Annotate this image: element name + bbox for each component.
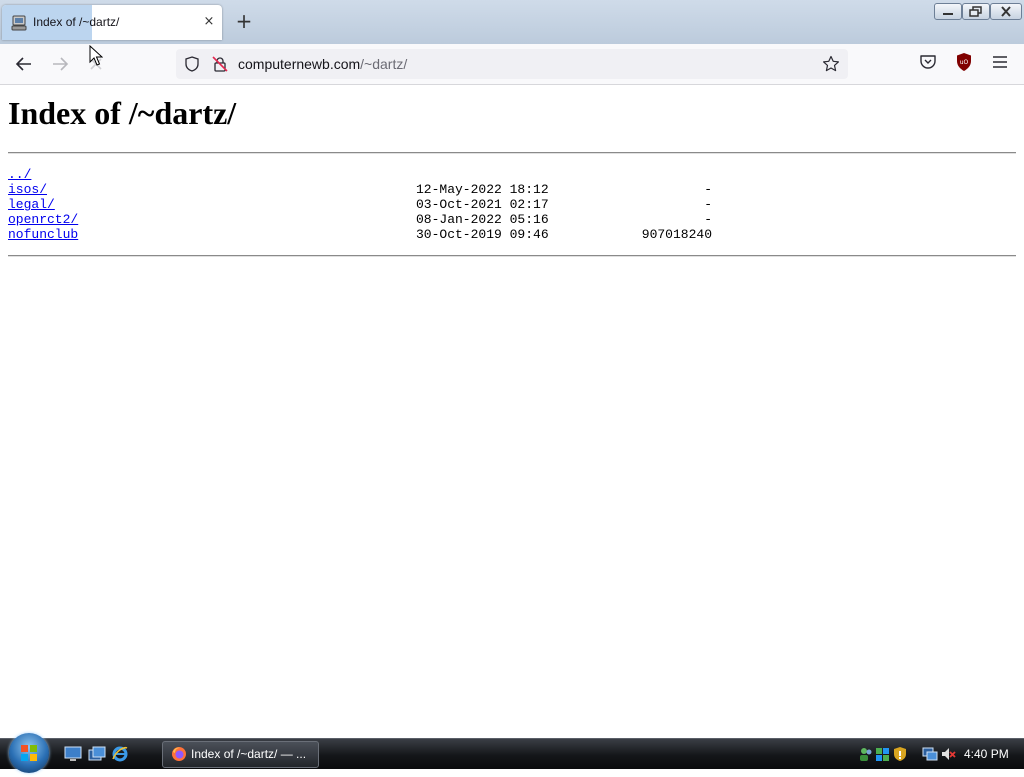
- page-content: Index of /~dartz/ ../ isos/ 12-May-2022 …: [0, 85, 1024, 738]
- star-icon[interactable]: [822, 55, 840, 77]
- entry-date: 12-May-2022 18:12: [416, 182, 549, 197]
- taskbar-button-label: Index of /~dartz/ — ...: [191, 747, 307, 761]
- shield-icon[interactable]: [184, 56, 200, 76]
- hamburger-menu-icon[interactable]: [990, 52, 1010, 76]
- entry-link-legal[interactable]: legal/: [8, 197, 55, 212]
- insecure-lock-icon[interactable]: [212, 56, 228, 76]
- navigation-toolbar: computernewb.com/~dartz/: [0, 44, 1024, 85]
- entry-link-nofunclub[interactable]: nofunclub: [8, 227, 78, 242]
- entry-date: 03-Oct-2021 02:17: [416, 197, 549, 212]
- tab-favicon-icon: [11, 15, 27, 31]
- entry-size: -: [704, 212, 712, 227]
- entry-size: 907018240: [641, 227, 712, 242]
- url-text[interactable]: computernewb.com/~dartz/: [238, 56, 407, 72]
- security-warning-icon[interactable]: [892, 746, 908, 766]
- system-tray: 4:40 PM: [852, 739, 1024, 769]
- firefox-icon: [171, 746, 187, 766]
- divider: [8, 152, 1016, 154]
- entry-size: -: [704, 197, 712, 212]
- entry-size: -: [704, 182, 712, 197]
- svg-text:uO: uO: [960, 59, 969, 66]
- back-arrow-icon[interactable]: [12, 52, 36, 76]
- switch-windows-icon[interactable]: [88, 746, 106, 766]
- windows-update-icon[interactable]: [875, 746, 891, 766]
- tab-title: Index of /~dartz/: [33, 15, 120, 29]
- entry-link-openrct2[interactable]: openrct2/: [8, 212, 78, 227]
- windows-start-icon[interactable]: [9, 733, 49, 773]
- address-bar[interactable]: computernewb.com/~dartz/: [176, 49, 848, 79]
- entry-link-isos[interactable]: isos/: [8, 182, 47, 197]
- network-icon[interactable]: [922, 746, 938, 766]
- volume-muted-icon[interactable]: [940, 746, 956, 766]
- url-path: /~dartz/: [360, 56, 408, 72]
- url-host: computernewb.com: [238, 56, 361, 72]
- pocket-icon[interactable]: [918, 52, 938, 76]
- divider: [8, 255, 1016, 257]
- taskbar: Index of /~dartz/ — ... 4:40 PM: [0, 733, 1024, 773]
- entry-date: 08-Jan-2022 05:16: [416, 212, 549, 227]
- close-icon[interactable]: ×: [200, 13, 218, 31]
- window-restore-button[interactable]: [962, 3, 990, 20]
- show-desktop-icon[interactable]: [64, 746, 82, 766]
- users-icon[interactable]: [858, 746, 874, 766]
- window-close-button[interactable]: [990, 3, 1022, 20]
- ublock-icon[interactable]: uO: [954, 52, 974, 76]
- entry-date: 30-Oct-2019 09:46: [416, 227, 549, 242]
- taskbar-button-firefox[interactable]: Index of /~dartz/ — ...: [162, 741, 319, 768]
- forward-arrow-icon[interactable]: [48, 52, 72, 76]
- window-minimize-button[interactable]: [934, 3, 962, 20]
- tab-strip: Index of /~dartz/ × +: [0, 0, 1024, 44]
- parent-directory-link[interactable]: ../: [8, 167, 31, 182]
- plus-icon[interactable]: +: [233, 10, 255, 32]
- clock[interactable]: 4:40 PM: [964, 747, 1009, 761]
- internet-explorer-icon[interactable]: [111, 745, 129, 767]
- mouse-cursor-icon: [89, 44, 104, 71]
- page-heading: Index of /~dartz/: [8, 95, 237, 131]
- browser-tab[interactable]: Index of /~dartz/ ×: [2, 5, 222, 40]
